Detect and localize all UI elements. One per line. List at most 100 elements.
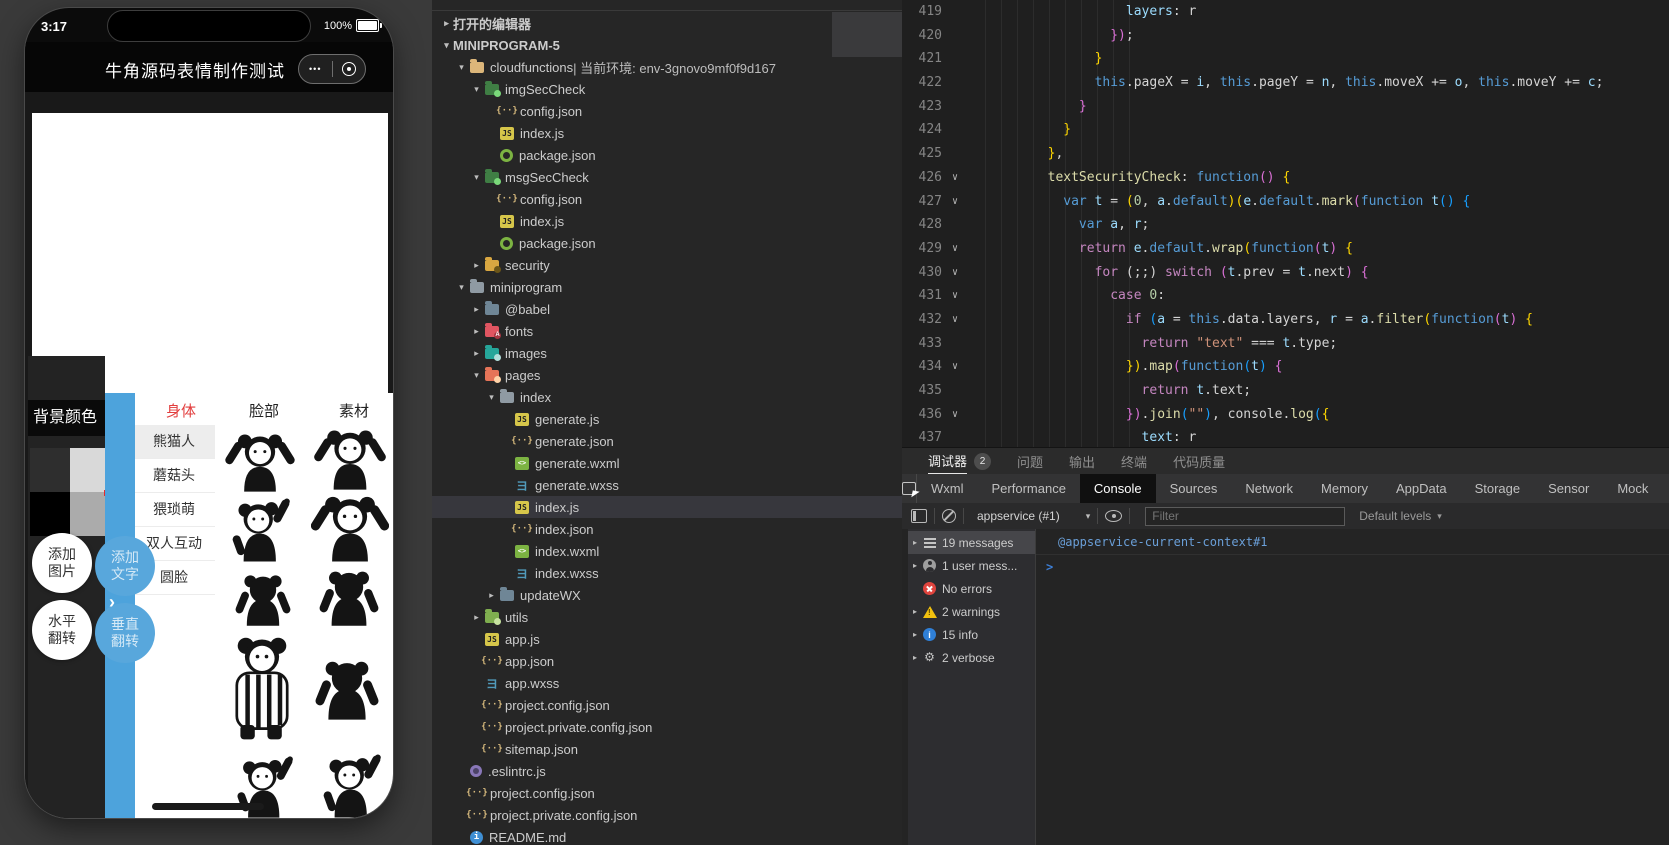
code-line[interactable]: 423 } <box>902 95 1669 119</box>
sticker-thumbnail[interactable] <box>310 493 390 563</box>
fold-chevron-icon[interactable]: ∨ <box>942 355 968 379</box>
tree-item-index[interactable]: ▾ index <box>432 386 902 408</box>
console-filter-list[interactable]: ▸ 19 messages <box>908 531 1035 554</box>
emoji-canvas[interactable] <box>32 113 388 393</box>
context-selector[interactable]: appservice (#1) ▾ <box>977 509 1090 523</box>
clear-console-icon[interactable] <box>942 509 956 523</box>
sticker-thumbnail[interactable] <box>313 427 387 491</box>
panel-tab-代码质量[interactable]: 代码质量 <box>1173 448 1225 474</box>
console-filter-info[interactable]: ▸ i 15 info <box>908 623 1035 646</box>
chevron-right-icon[interactable]: ▸ <box>470 612 483 623</box>
tree-item-config.json[interactable]: {··} config.json <box>432 188 902 210</box>
code-line[interactable]: 436 ∨ }).join(""), console.log({ <box>902 403 1669 427</box>
tree-item-project.private.config.json[interactable]: {··} project.private.config.json <box>432 804 902 826</box>
flip-horizontal-button[interactable]: 水平 翻转 <box>32 600 92 660</box>
tree-item--[interactable]: ▸ 打开的编辑器 <box>432 12 902 34</box>
panel-tab-终端[interactable]: 终端 <box>1121 448 1147 474</box>
console-filter-input[interactable] <box>1145 506 1346 526</box>
swatch-gray[interactable] <box>70 492 110 536</box>
chevron-down-icon[interactable]: ▾ <box>440 40 453 51</box>
devtools-tab-sensor[interactable]: Sensor <box>1534 474 1603 503</box>
category-item[interactable]: 蘑菇头 <box>133 459 215 493</box>
console-filter-user[interactable]: ▸ 1 user mess... <box>908 554 1035 577</box>
tree-item-security[interactable]: ▸ security <box>432 254 902 276</box>
fold-chevron-icon[interactable]: ∨ <box>942 237 968 261</box>
swatch-darkgray[interactable] <box>30 448 70 492</box>
tree-item-utils[interactable]: ▸ utils <box>432 606 902 628</box>
chevron-right-icon[interactable]: ▸ <box>908 538 922 547</box>
code-line[interactable]: 433 return "text" === t.type; <box>902 332 1669 356</box>
swatch-black[interactable] <box>30 492 70 536</box>
close-target-icon[interactable] <box>333 62 366 76</box>
tree-item-generate.js[interactable]: JS generate.js <box>432 408 902 430</box>
tree-item-generate.wxss[interactable]: ヨ generate.wxss <box>432 474 902 496</box>
sticker-thumbnail[interactable] <box>313 753 387 818</box>
devtools-tab-performance[interactable]: Performance <box>978 474 1080 503</box>
code-line[interactable]: 422 this.pageX = i, this.pageY = n, this… <box>902 71 1669 95</box>
chevron-down-icon[interactable]: ▾ <box>455 282 468 293</box>
code-line[interactable]: 425 }, <box>902 142 1669 166</box>
code-line[interactable]: 427 ∨ var t = (0, a.default)(e.default.ma… <box>902 190 1669 214</box>
tree-item-package.json[interactable]: package.json <box>432 144 902 166</box>
tree-item-index.js[interactable]: JS index.js <box>432 496 902 518</box>
devtools-tab-network[interactable]: Network <box>1231 474 1307 503</box>
chevron-right-icon[interactable]: ▸ <box>470 326 483 337</box>
chevron-right-icon[interactable]: ▸ <box>470 260 483 271</box>
code-line[interactable]: 432 ∨ if (a = this.data.layers, r = a.fil… <box>902 308 1669 332</box>
tree-item-generate.json[interactable]: {··} generate.json <box>432 430 902 452</box>
tab-身体[interactable]: 身体 <box>166 400 196 421</box>
code-line[interactable]: 435 return t.text; <box>902 379 1669 403</box>
tree-item-app.json[interactable]: {··} app.json <box>432 650 902 672</box>
tree-item-project.private.config.json[interactable]: {··} project.private.config.json <box>432 716 902 738</box>
fold-chevron-icon[interactable]: ∨ <box>942 190 968 214</box>
code-line[interactable]: 437 text: r <box>902 426 1669 447</box>
tree-item-@babel[interactable]: ▸ @babel <box>432 298 902 320</box>
tab-素材[interactable]: 素材 <box>339 400 369 421</box>
chevron-right-icon[interactable]: ▸ <box>908 653 922 662</box>
chevron-right-icon[interactable]: ▸ <box>470 348 483 359</box>
sticker-thumbnail[interactable] <box>311 659 383 721</box>
tree-item-sitemap.json[interactable]: {··} sitemap.json <box>432 738 902 760</box>
console-filter-warning[interactable]: ▸ 2 warnings <box>908 600 1035 623</box>
code-line[interactable]: 429 ∨ return e.default.wrap(function(t) { <box>902 237 1669 261</box>
tree-item-package.json[interactable]: package.json <box>432 232 902 254</box>
chevron-right-icon[interactable]: ▸ <box>908 561 922 570</box>
devtools-tab-sources[interactable]: Sources <box>1156 474 1232 503</box>
category-item[interactable]: 熊猫人 <box>133 425 215 459</box>
fold-chevron-icon[interactable]: ∨ <box>942 166 968 190</box>
tree-item-pages[interactable]: ▾ pages <box>432 364 902 386</box>
code-line[interactable]: 428 var a, r; <box>902 213 1669 237</box>
panel-tab-问题[interactable]: 问题 <box>1017 448 1043 474</box>
tree-item-index.wxss[interactable]: ヨ index.wxss <box>432 562 902 584</box>
devtools-tab-memory[interactable]: Memory <box>1307 474 1382 503</box>
devtools-tab-audits[interactable]: Audits <box>1662 474 1669 503</box>
tree-item-.eslintrc.js[interactable]: .eslintrc.js <box>432 760 902 782</box>
live-expression-eye-icon[interactable] <box>1105 510 1123 522</box>
console-prompt-chevron[interactable]: > <box>1036 555 1669 574</box>
chevron-down-icon[interactable]: ▾ <box>485 392 498 403</box>
sticker-thumbnail[interactable] <box>227 573 299 627</box>
chevron-down-icon[interactable]: ▾ <box>455 62 468 73</box>
sticker-thumbnail[interactable] <box>221 497 297 563</box>
tree-item-generate.wxml[interactable]: <> generate.wxml <box>432 452 902 474</box>
sticker-thumbnail[interactable] <box>223 431 297 493</box>
tree-item-miniprogram[interactable]: ▾ miniprogram <box>432 276 902 298</box>
add-image-button[interactable]: 添加 图片 <box>32 533 92 593</box>
code-line[interactable]: 424 } <box>902 118 1669 142</box>
sticker-thumbnail[interactable] <box>313 569 385 627</box>
chevron-down-icon[interactable]: ▾ <box>470 370 483 381</box>
toggle-sidebar-icon[interactable] <box>911 509 927 523</box>
code-line[interactable]: 420 }); <box>902 24 1669 48</box>
tree-item-app.js[interactable]: JS app.js <box>432 628 902 650</box>
tree-item-cloudfunctions[interactable]: ▾ cloudfunctions | 当前环境: env-3gnovo9mf0f9… <box>432 56 902 78</box>
tree-item-config.json[interactable]: {··} config.json <box>432 100 902 122</box>
code-line[interactable]: 430 ∨ for (;;) switch (t.prev = t.next) { <box>902 261 1669 285</box>
tree-item-imgseccheck[interactable]: ▾ imgSecCheck <box>432 78 902 100</box>
panel-tab-调试器[interactable]: 调试器 <box>928 448 968 474</box>
chevron-right-icon[interactable]: ▸ <box>440 18 453 29</box>
panel-tab-输出[interactable]: 输出 <box>1069 448 1095 474</box>
more-menu-icon[interactable]: ••• <box>299 64 332 74</box>
tree-item-fonts[interactable]: ▸ Afonts <box>432 320 902 342</box>
devtools-tab-console[interactable]: Console <box>1079 474 1156 503</box>
code-editor[interactable]: 419 layers: r 420 }); 421 } 422 this.pageX … <box>902 0 1669 447</box>
